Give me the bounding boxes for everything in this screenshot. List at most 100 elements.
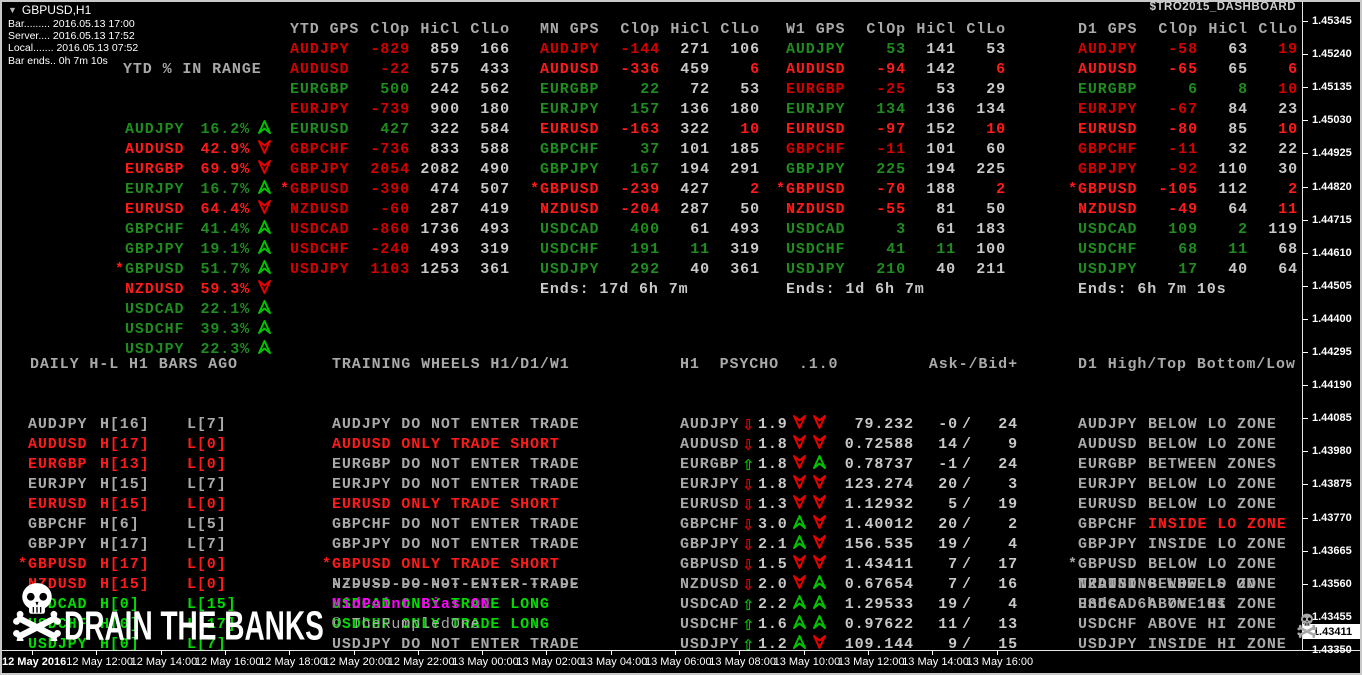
mini-skull-icon [1297,612,1317,643]
gps-row: EURGBP -25 53 29 [776,80,1006,100]
cllo-value: 10 [740,121,760,138]
clop-value: 225 [876,161,906,178]
psycho-row: AUDJPY ⇩ 1.9 79.232 -0/ 24 [680,414,1020,436]
time-label: 12 May 22:00 [387,656,455,668]
cllo-value: 319 [480,241,510,258]
range-row: EURGBP 69.9% [115,159,278,181]
gps-row: EURGBP 22 72 53 [530,80,760,100]
time-label: 12 May 2016 [2,656,67,668]
drain-the-banks-logo: DRAIN THE BANKS [64,604,324,649]
high-bars-ago: H[6] [100,516,140,533]
arrow-cell [250,159,278,181]
clop-value: 167 [630,161,660,178]
training-row: * GBPUSD ONLY TRADE SHORT [322,555,580,575]
arrow-cell [792,474,812,496]
gps-row: EURGBP 6 8 10 [1068,80,1298,100]
zone-status: INSIDE LO ZONE [1148,536,1287,553]
skull-crossbones-icon [12,582,62,646]
zone-status: BETWEEN ZONES [1148,456,1277,473]
price-tick [1303,517,1308,519]
down-chevron-icon [812,474,827,496]
ask-value: -0 [938,416,958,433]
col-header-clop: ClOp [620,21,660,38]
gps-row: EURJPY -739 900 180 [280,100,510,120]
cllo-value: 6 [996,61,1006,78]
psycho-value: 1.8 [758,436,788,453]
time-label: 13 May 04:00 [580,656,648,668]
panel-title: YTD % IN RANGE [123,61,262,78]
clop-value: 6 [1188,81,1198,98]
pair-name: EURJPY [28,476,88,493]
high-bars-ago: H[16] [100,416,150,433]
time-tick [610,651,612,655]
clop-value: 191 [630,241,660,258]
slash-separator: / [962,516,972,533]
clop-value: -94 [876,61,906,78]
high-bars-ago: H[15] [100,496,150,513]
pair-name: NZDUSD [680,576,740,593]
gps-row: AUDUSD -94 142 6 [776,60,1006,80]
zone-row: EURGBP BETWEEN ZONES [1068,455,1296,475]
cllo-value: 588 [480,141,510,158]
down-chevron-icon [792,414,807,436]
daily-row: GBPJPY H[17] L[7] [18,535,238,555]
psycho-value: 1.8 [758,476,788,493]
pair-price: 1.40012 [844,516,914,533]
pair-name: GBPUSD [1078,181,1138,198]
time-tick [996,651,998,655]
pair-name: AUDUSD [786,61,846,78]
time-label: 13 May 00:00 [452,656,519,668]
collapse-triangle-icon[interactable]: ▼ [8,5,17,15]
down-chevron-icon [812,534,827,556]
down-arrow-icon: ⇩ [742,496,756,514]
arrow-cell [250,139,278,161]
range-percent: 42.9% [200,141,250,158]
zone-row: EURJPY BELOW LO ZONE [1068,475,1296,495]
pair-name: AUDJPY [786,41,846,58]
gps-row: EURJPY -67 84 23 [1068,100,1298,120]
pair-name: USDCAD [540,221,600,238]
down-chevron-icon [257,279,272,301]
ask-value: 19 [938,536,958,553]
cllo-value: 6 [750,61,760,78]
time-tick [289,651,291,655]
cllo-value: 2 [996,181,1006,198]
pair-name: AUDJPY [1078,41,1138,58]
training-row: AUDUSD ONLY TRADE SHORT [322,435,580,455]
gps-row: NZDUSD -55 81 50 [776,200,1006,220]
gps-title: MN GPS [540,21,600,38]
chart-window[interactable]: ▼ GBPUSD,H1 Bar......... 2016.05.13 17:0… [0,0,1362,675]
psycho-value: 1.6 [758,616,788,633]
price-tick [1303,550,1308,552]
time-label: 13 May 16:00 [966,656,1034,668]
range-percent: 59.3% [200,281,250,298]
pair-name: EURGBP [1078,456,1138,473]
cllo-value: 419 [480,201,510,218]
daily-row: AUDUSD H[17] L[0] [18,435,238,455]
zone-row: * GBPUSD BELOW LO ZONE [1068,555,1296,575]
pair-name: GBPCHF [290,141,350,158]
arrow-cell [792,594,812,616]
training-row: EURUSD ONLY TRADE SHORT [322,495,580,515]
gps-row: EURUSD -163 322 10 [530,120,760,140]
up-arrow-icon: ⇧ [742,596,756,614]
price-tick [1303,186,1308,188]
price-axis[interactable]: 1.45345 1.45240 1.45135 1.45030 1.44925 1.448… [1303,0,1362,656]
hicl-value: 2 [1238,221,1248,238]
clop-value: -67 [1168,101,1198,118]
time-tick [160,651,162,655]
hicl-value: 61 [690,221,710,238]
up-arrow-icon: ⇧ [742,456,756,474]
cllo-value: 53 [740,81,760,98]
clop-value: 3 [896,221,906,238]
time-axis[interactable]: 12 May 2016 12 May 12:00 12 May 14:00 12 Ma… [0,651,1362,675]
zone-status: BELOW LO ZONE [1148,556,1277,573]
down-chevron-icon [792,434,807,456]
price-label: 1.44820 [1312,180,1352,193]
cllo-value: 225 [976,161,1006,178]
down-arrow-icon: ⇩ [742,556,756,574]
high-bars-ago: H[15] [100,576,150,593]
bid-value: 24 [998,456,1018,473]
gps-row: EURUSD -97 152 10 [776,120,1006,140]
hicl-value: 900 [430,101,460,118]
